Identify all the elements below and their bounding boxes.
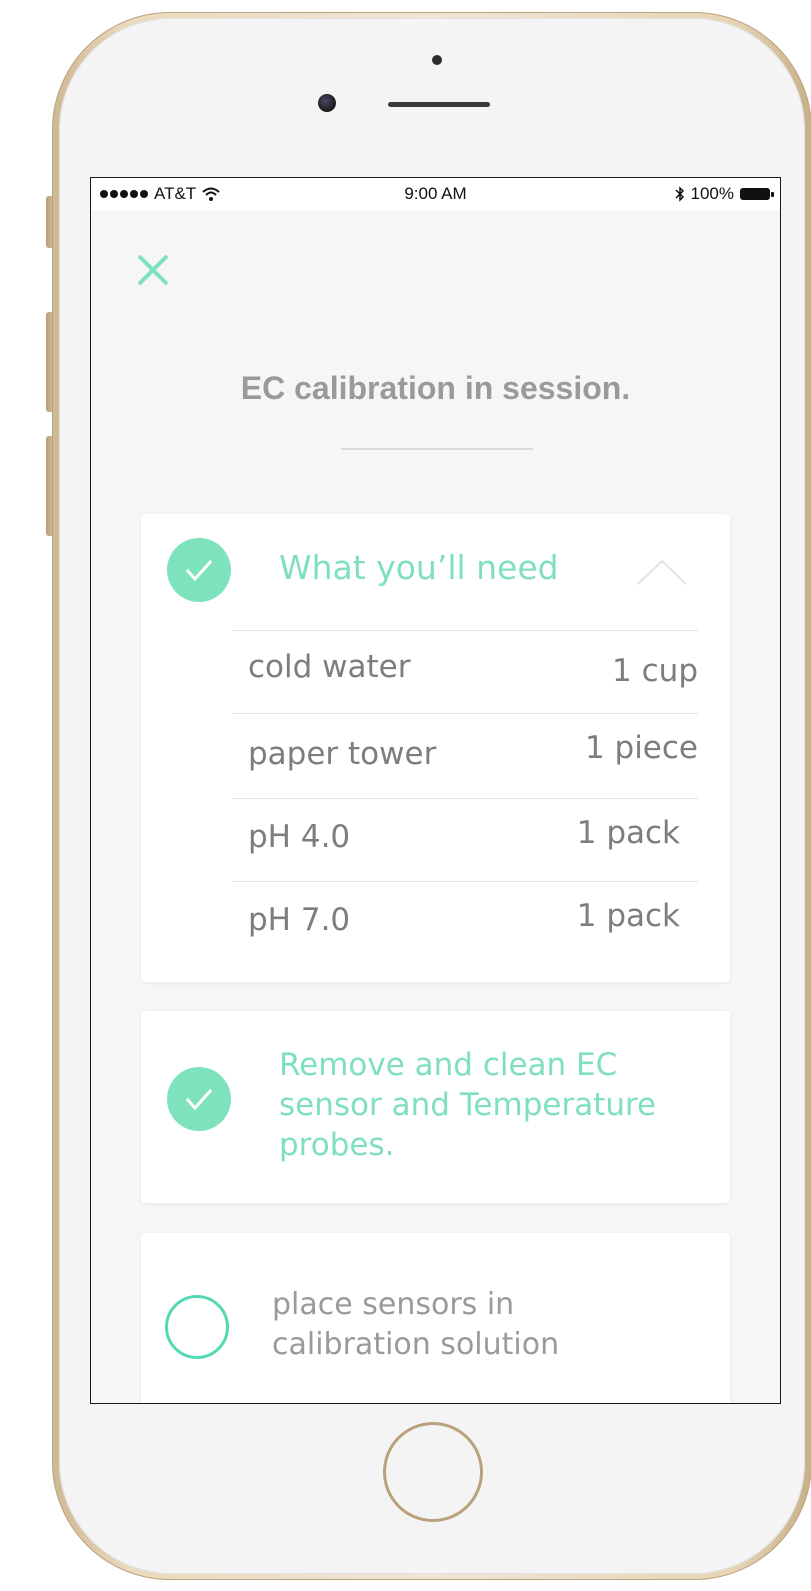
device-mockup: AT&T 9:00 AM 100% EC calibration in sess… (0, 0, 811, 1591)
supply-row: cold water 1 cup (233, 630, 698, 713)
proximity-sensor (432, 55, 442, 65)
supply-row: paper tower 1 piece (233, 713, 698, 798)
step-title: place sensors in calibration solution (272, 1285, 559, 1365)
step-title: Remove and clean EC sensor and Temperatu… (279, 1045, 656, 1165)
supply-row: pH 4.0 1 pack (233, 798, 698, 881)
home-button[interactable] (383, 1422, 483, 1522)
page-title: EC calibration in session. (240, 370, 631, 406)
bluetooth-icon (674, 186, 684, 202)
front-camera (318, 94, 336, 112)
empty-circle-icon[interactable] (165, 1295, 229, 1359)
battery-label: 100% (690, 184, 734, 203)
supply-quantity: 1 piece (584, 730, 698, 766)
supply-name: pH 7.0 (248, 902, 351, 938)
status-bar: AT&T 9:00 AM 100% (91, 178, 780, 210)
step-card[interactable]: place sensors in calibration solution (141, 1233, 730, 1403)
chevron-up-icon[interactable] (636, 558, 688, 586)
supply-quantity: 1 cup (612, 653, 698, 689)
step-title-line: probes. (279, 1127, 395, 1163)
status-right: 100% (674, 184, 774, 204)
step-card[interactable]: Remove and clean EC sensor and Temperatu… (141, 1011, 730, 1203)
supplies-card[interactable]: What you’ll need cold water 1 cup paper … (141, 514, 730, 982)
step-title-line: calibration solution (272, 1327, 560, 1362)
check-circle-icon (167, 1067, 231, 1131)
supply-list: cold water 1 cup paper tower 1 piece pH … (233, 630, 698, 964)
close-icon[interactable] (135, 252, 171, 288)
battery-icon (740, 188, 774, 200)
supplies-heading: What you’ll need (279, 548, 559, 587)
supply-name: pH 4.0 (248, 819, 351, 855)
app-screen: AT&T 9:00 AM 100% EC calibration in sess… (91, 178, 780, 1403)
step-title-line: sensor and Temperature (279, 1087, 657, 1123)
title-divider (341, 448, 533, 450)
supply-quantity: 1 pack (576, 815, 680, 851)
step-title-line: place sensors in (272, 1287, 515, 1322)
supply-name: paper tower (248, 736, 437, 772)
supply-row: pH 7.0 1 pack (233, 881, 698, 964)
earpiece-speaker (388, 102, 490, 107)
check-circle-icon (167, 538, 231, 602)
supply-name: cold water (248, 649, 411, 685)
step-title-line: Remove and clean EC (279, 1047, 618, 1083)
supply-quantity: 1 pack (576, 898, 680, 934)
